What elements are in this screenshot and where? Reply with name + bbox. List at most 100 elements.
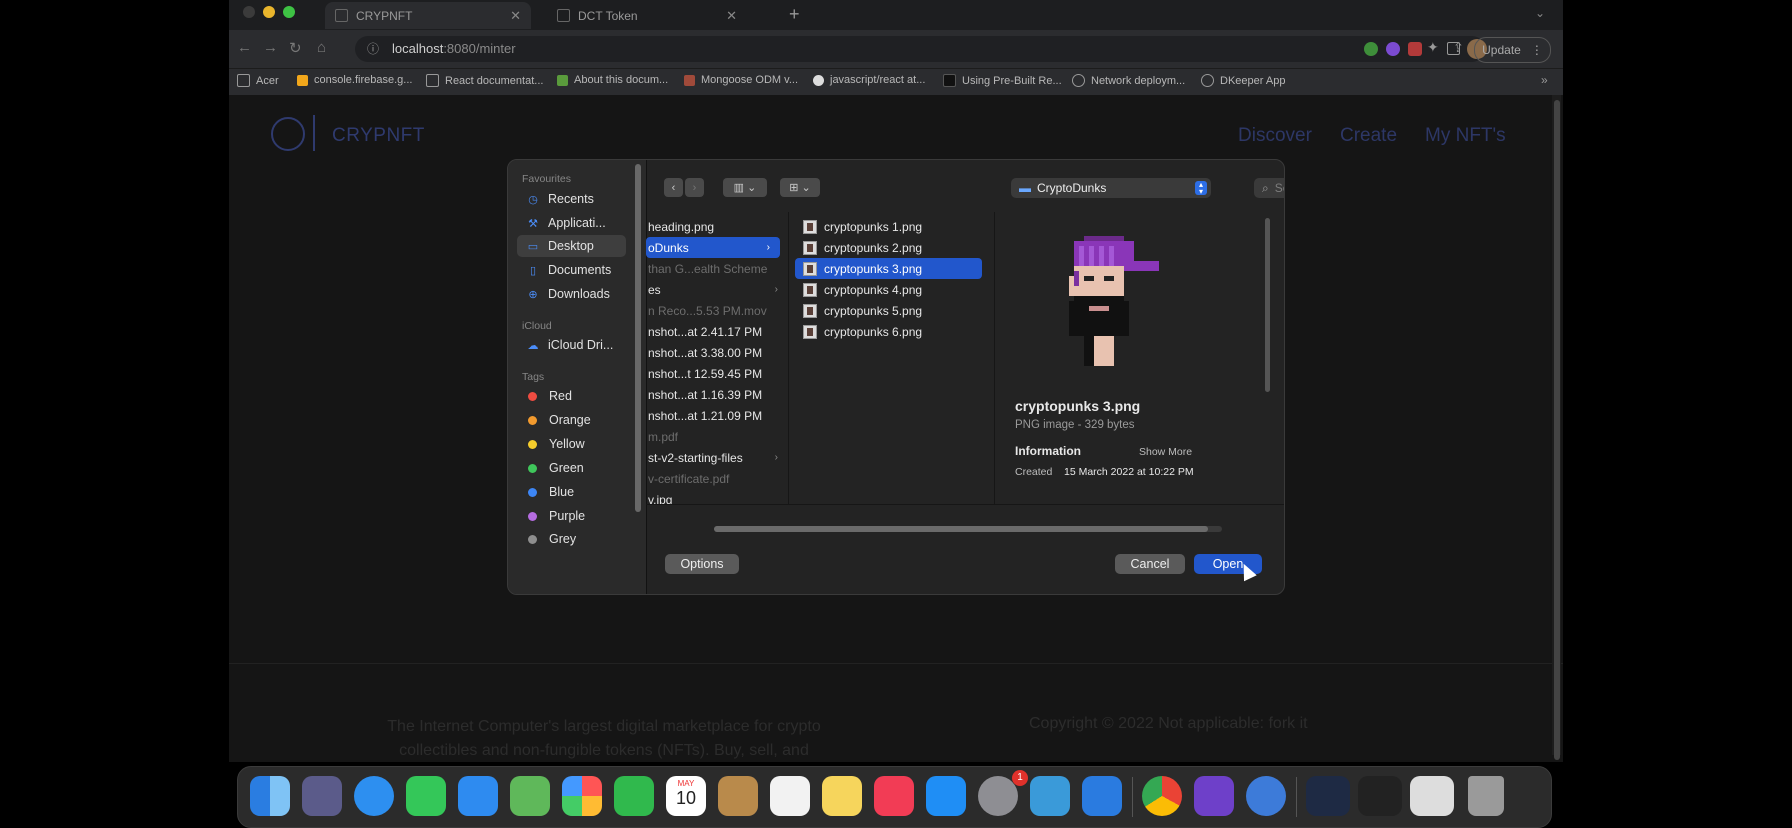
- more-bookmarks-icon[interactable]: »: [1541, 73, 1548, 87]
- photos-icon[interactable]: [562, 776, 602, 816]
- maps-icon[interactable]: [510, 776, 550, 816]
- file-row[interactable]: cryptopunks 4.png: [795, 279, 982, 300]
- close-tab-icon[interactable]: ✕: [510, 8, 521, 24]
- list-item[interactable]: v-certificate.pdf: [646, 468, 788, 489]
- bookmark-item[interactable]: DKeeper App: [1201, 74, 1285, 87]
- sidebar-item-applications[interactable]: ⚒ Applicati...: [517, 212, 626, 234]
- window-thumbnail[interactable]: [1306, 776, 1350, 816]
- sidebar-item-recents[interactable]: ◷ Recents: [517, 188, 626, 210]
- file-row-selected[interactable]: cryptopunks 3.png: [795, 258, 982, 279]
- list-item[interactable]: nshot...t 12.59.45 PM: [646, 363, 788, 384]
- horizontal-scrollbar[interactable]: [714, 526, 1208, 532]
- preview-app-icon[interactable]: [1030, 776, 1070, 816]
- maximize-window-button[interactable]: [283, 6, 295, 18]
- sidebar-tag-grey[interactable]: Grey: [517, 528, 626, 550]
- window-thumbnail[interactable]: [1410, 776, 1454, 816]
- sidebar-item-documents[interactable]: ▯ Documents: [517, 259, 626, 281]
- site-logo[interactable]: CRYPNFT: [332, 125, 425, 147]
- location-popup[interactable]: ▬ CryptoDunks ▴ ▾: [1011, 178, 1211, 198]
- list-item[interactable]: nshot...at 3.38.00 PM: [646, 342, 788, 363]
- list-item[interactable]: than G...ealth Scheme: [646, 258, 788, 279]
- sidebar-item-downloads[interactable]: ⊕ Downloads: [517, 283, 626, 305]
- close-window-button[interactable]: [243, 6, 255, 18]
- page-scrollbar[interactable]: [1554, 100, 1560, 760]
- forward-chevron-icon[interactable]: ›: [685, 178, 704, 197]
- list-item-selected-folder[interactable]: oDunks ›: [646, 237, 780, 258]
- extension-icon[interactable]: [1408, 42, 1422, 56]
- sidebar-tag-green[interactable]: Green: [517, 457, 626, 479]
- sidebar-item-desktop[interactable]: ▭ Desktop: [517, 235, 626, 257]
- nav-discover[interactable]: Discover: [1238, 125, 1312, 147]
- back-arrow-icon[interactable]: ←: [237, 39, 252, 56]
- chrome-icon[interactable]: [1142, 776, 1182, 816]
- puzzle-icon[interactable]: ✦: [1427, 39, 1439, 56]
- tab-search-chevron-icon[interactable]: ⌄: [1535, 6, 1545, 20]
- group-view-icon[interactable]: ⊞ ⌄: [780, 178, 820, 197]
- bookmark-item[interactable]: Acer: [237, 74, 279, 87]
- bookmark-item[interactable]: Network deploym...: [1072, 74, 1185, 87]
- reminders-icon[interactable]: [770, 776, 810, 816]
- minimize-window-button[interactable]: [263, 6, 275, 18]
- search-field[interactable]: ⌕ Search: [1254, 178, 1284, 198]
- contacts-icon[interactable]: [718, 776, 758, 816]
- mail-icon[interactable]: [458, 776, 498, 816]
- new-tab-icon[interactable]: +: [789, 4, 800, 25]
- system-preferences-icon[interactable]: [978, 776, 1018, 816]
- close-tab-icon[interactable]: ✕: [726, 8, 737, 24]
- list-item[interactable]: nshot...at 2.41.17 PM: [646, 321, 788, 342]
- sidebar-tag-orange[interactable]: Orange: [517, 409, 626, 431]
- update-button[interactable]: Update ⋮: [1474, 37, 1551, 63]
- file-row[interactable]: cryptopunks 1.png: [795, 216, 982, 237]
- options-button[interactable]: Options: [665, 554, 739, 574]
- sidebar-toggle-icon[interactable]: [1447, 42, 1460, 55]
- cancel-button[interactable]: Cancel: [1115, 554, 1185, 574]
- extension-icon[interactable]: [1386, 42, 1400, 56]
- bookmark-item[interactable]: javascript/react at...: [813, 74, 925, 86]
- column-view-icon[interactable]: ▥ ⌄: [723, 178, 767, 197]
- nav-create[interactable]: Create: [1340, 125, 1397, 147]
- sidebar-item-icloud-drive[interactable]: ☁ iCloud Dri...: [517, 334, 626, 356]
- home-icon[interactable]: ⌂: [317, 39, 326, 56]
- bookmark-item[interactable]: console.firebase.g...: [297, 74, 412, 86]
- sidebar-tag-red[interactable]: Red: [517, 385, 626, 407]
- list-item-folder[interactable]: st-v2-starting-files ›: [646, 447, 788, 468]
- quicktime-icon[interactable]: [1246, 776, 1286, 816]
- list-item[interactable]: nshot...at 1.21.09 PM: [646, 405, 788, 426]
- vscode-icon[interactable]: [1082, 776, 1122, 816]
- launchpad-icon[interactable]: [302, 776, 342, 816]
- tab-crypnft[interactable]: CRYPNFT ✕: [325, 2, 531, 29]
- info-icon[interactable]: ⓘ: [367, 40, 379, 57]
- list-item[interactable]: nshot...at 1.16.39 PM: [646, 384, 788, 405]
- more-menu-icon[interactable]: ⋮: [1531, 43, 1543, 57]
- bookmark-item[interactable]: Mongoose ODM v...: [684, 74, 798, 86]
- list-item[interactable]: n Reco...5.53 PM.mov: [646, 300, 788, 321]
- back-chevron-icon[interactable]: ‹: [664, 178, 683, 197]
- reload-icon[interactable]: ↻: [289, 39, 302, 57]
- address-bar[interactable]: ⓘ localhost:8080/minter ⇪ ☆: [355, 36, 1485, 62]
- file-row[interactable]: cryptopunks 6.png: [795, 321, 982, 342]
- trash-icon[interactable]: [1468, 776, 1504, 816]
- facetime-icon[interactable]: [614, 776, 654, 816]
- list-item-folder[interactable]: es ›: [646, 279, 788, 300]
- safari-icon[interactable]: [354, 776, 394, 816]
- list-item[interactable]: v.jpg: [646, 489, 788, 505]
- messages-icon[interactable]: [406, 776, 446, 816]
- list-item[interactable]: heading.png: [646, 216, 788, 237]
- extension-icon[interactable]: [1364, 42, 1378, 56]
- preview-scrollbar[interactable]: [1265, 218, 1270, 392]
- file-row[interactable]: cryptopunks 2.png: [795, 237, 982, 258]
- app-store-icon[interactable]: [926, 776, 966, 816]
- sidebar-tag-yellow[interactable]: Yellow: [517, 433, 626, 455]
- bookmark-item[interactable]: React documentat...: [426, 74, 543, 87]
- nav-my-nfts[interactable]: My NFT's: [1425, 125, 1506, 147]
- bookmark-item[interactable]: Using Pre-Built Re...: [943, 74, 1062, 87]
- window-thumbnail[interactable]: [1358, 776, 1402, 816]
- finder-icon[interactable]: [250, 776, 290, 816]
- music-icon[interactable]: [874, 776, 914, 816]
- bookmark-item[interactable]: About this docum...: [557, 74, 668, 86]
- notes-icon[interactable]: [822, 776, 862, 816]
- github-desktop-icon[interactable]: [1194, 776, 1234, 816]
- sidebar-tag-blue[interactable]: Blue: [517, 481, 626, 503]
- forward-arrow-icon[interactable]: →: [263, 39, 278, 56]
- sidebar-tag-purple[interactable]: Purple: [517, 505, 626, 527]
